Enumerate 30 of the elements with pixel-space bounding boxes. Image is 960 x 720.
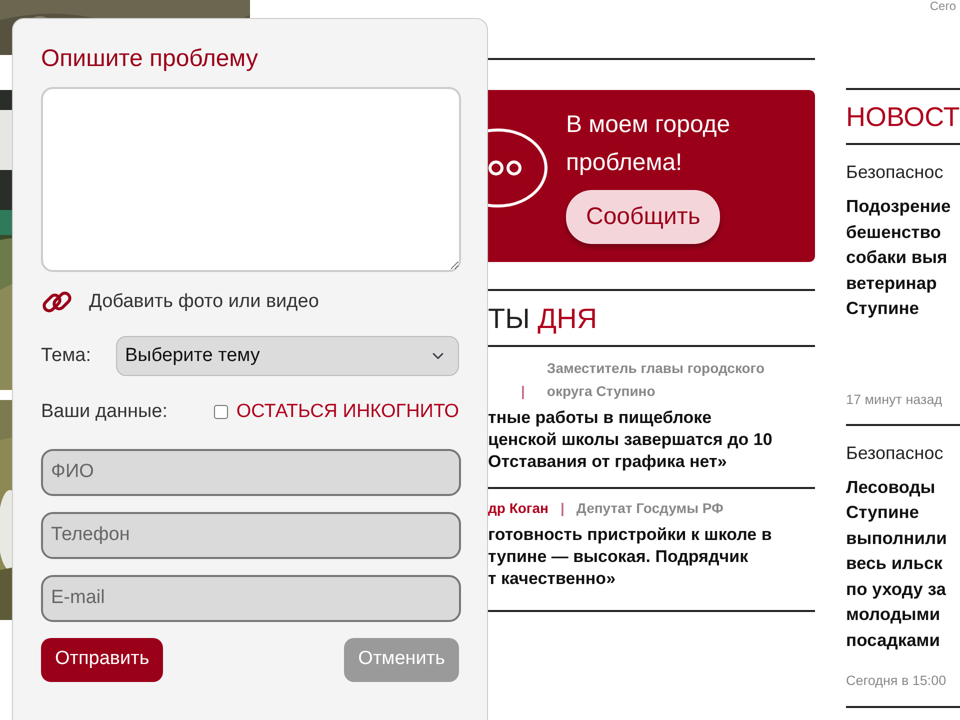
your-data-label: Ваши данные: (41, 400, 168, 424)
description-field[interactable] (41, 87, 461, 272)
quote-headline[interactable]: тные работы в пищеблоке ценской школы завершатся до 10 Отставания от графика нет» (488, 407, 815, 473)
author-position: Заместитель главы городского округа Ступино (546, 359, 766, 401)
news-category[interactable]: Безопаснос (846, 440, 960, 467)
report-button[interactable]: Сообщить (566, 190, 720, 244)
topic-select[interactable]: Выберите тему (116, 336, 459, 376)
section-title: ТЫ ДНЯ (488, 302, 598, 336)
quote-headline[interactable]: готовность пристройки к школе в тупине — высокая. Подрядчик т качественно» (488, 524, 815, 590)
news-headline[interactable]: Подозрение бешенство собаки выя ветеринар Ступине (846, 194, 960, 322)
text-field[interactable]: E-mail (41, 574, 461, 622)
topic-label: Тема: (41, 344, 92, 368)
news-category[interactable]: Безопаснос (846, 159, 960, 186)
incognito-label[interactable]: ОСТАТЬСЯ ИНКОГНИТО (236, 398, 459, 426)
news-headline[interactable]: Лесоводы Ступине выполнили весь ильск по уходу за молодыми посадками (846, 474, 960, 654)
news-time: Сегодня в 15:00 (846, 672, 948, 690)
separator: | (560, 499, 564, 518)
incognito-checkbox[interactable] (214, 405, 228, 420)
author-name: др Коган (488, 499, 548, 518)
attach-media-link[interactable]: Добавить фото или видео (89, 288, 319, 316)
text-field[interactable]: Телефон (41, 512, 461, 558)
date-text: Сего (928, 0, 957, 12)
form-title: Опишите проблему (41, 47, 259, 71)
section-title: НОВОСТ (846, 101, 960, 134)
author-position: Депутат Госдумы РФ (576, 499, 724, 518)
separator: | (521, 382, 525, 402)
text-field[interactable]: ФИО (41, 448, 461, 496)
news-time: 17 минут назад (846, 390, 944, 409)
banner-text: В моем городе проблема! (566, 110, 730, 178)
submit-button[interactable]: Отправить (41, 638, 164, 682)
